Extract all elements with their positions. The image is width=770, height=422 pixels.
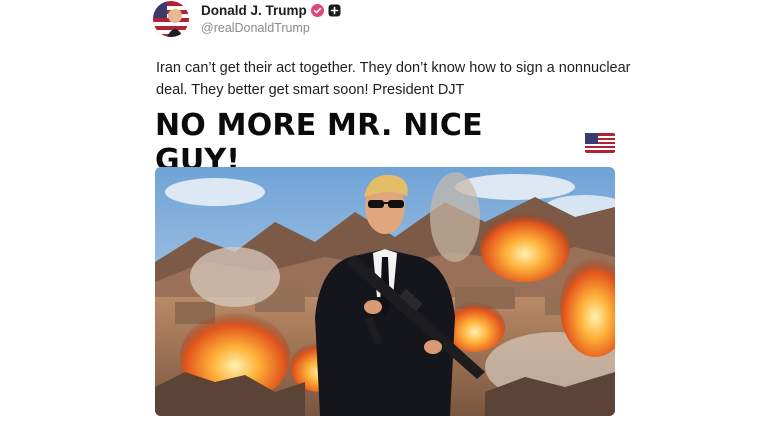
truth-social-post: Donald J. Trump @realDonaldTrump Iran ca… xyxy=(0,0,770,422)
verified-badge-icon xyxy=(310,4,324,17)
image-banner: NO MORE MR. NICE GUY! xyxy=(155,108,615,178)
display-name[interactable]: Donald J. Trump xyxy=(201,3,307,18)
explosion-scene-image xyxy=(155,167,615,416)
author-row: Donald J. Trump xyxy=(201,3,341,18)
post-image[interactable] xyxy=(155,167,615,416)
avatar-flag-portrait-icon xyxy=(153,1,189,37)
plus-badge-icon xyxy=(328,4,341,17)
post-text: Iran can’t get their act together. They … xyxy=(156,60,631,98)
us-flag-icon xyxy=(585,132,615,153)
avatar[interactable] xyxy=(153,1,189,37)
handle[interactable]: @realDonaldTrump xyxy=(201,21,310,35)
